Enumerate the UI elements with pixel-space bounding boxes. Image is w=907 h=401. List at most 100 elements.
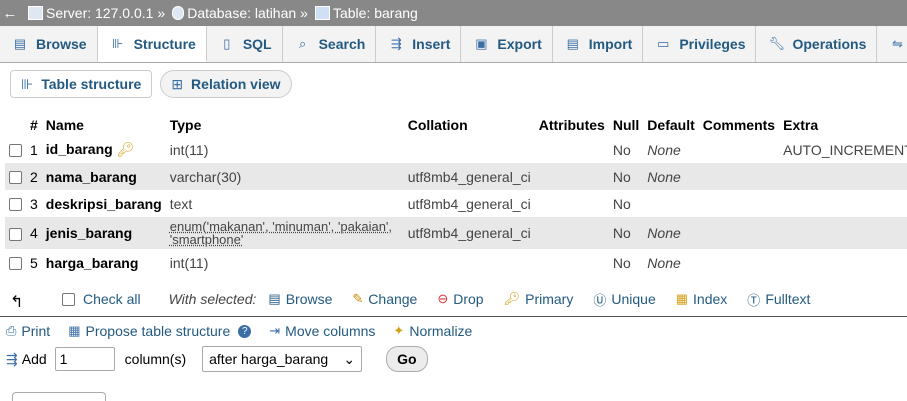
back-arrow-icon[interactable]: ←	[0, 5, 20, 22]
primary-key-icon: 🔑︎	[116, 141, 135, 157]
tab-label: Structure	[133, 35, 196, 52]
header-null[interactable]: Null	[608, 115, 644, 136]
subtab-table-structure[interactable]: ⊪ Table structure	[10, 70, 153, 98]
add-label: Add	[21, 351, 47, 367]
column-name[interactable]: nama_barang	[46, 169, 137, 185]
bulk-primary-button[interactable]: 🔑︎ Primary	[504, 291, 574, 307]
tab-label: Operations	[792, 36, 867, 52]
column-collation	[403, 249, 535, 276]
browse-icon: ▤	[268, 291, 281, 306]
column-null: No	[608, 163, 644, 190]
header-comments[interactable]: Comments	[698, 115, 780, 136]
tab-structure[interactable]: ⊪ Structure	[97, 26, 207, 62]
propose-icon: ▦	[68, 323, 81, 338]
tab-browse[interactable]: ▤ Browse	[0, 26, 98, 62]
move-columns-link[interactable]: ⇥ Move columns	[269, 323, 375, 339]
bulk-unique-button[interactable]: Ⓤ Unique	[593, 290, 655, 309]
breadcrumb-table[interactable]: Table: barang	[333, 5, 418, 21]
subtab-label: Table structure	[41, 76, 142, 92]
bulk-browse-button[interactable]: ▤ Browse	[268, 291, 332, 307]
tab-label: Export	[497, 36, 542, 52]
row-checkbox[interactable]	[9, 171, 22, 185]
header-extra[interactable]: Extra	[779, 115, 907, 136]
columns-label: column(s)	[124, 351, 187, 367]
column-null: No	[608, 135, 644, 163]
row-checkbox[interactable]	[9, 227, 22, 241]
column-default: None	[643, 135, 699, 163]
header-default[interactable]: Default	[643, 115, 699, 136]
tab-export[interactable]: ▣ Export	[461, 26, 553, 62]
row-num: 1	[26, 135, 42, 163]
row-checkbox[interactable]	[9, 198, 22, 212]
fulltext-icon: Ⓣ	[747, 292, 761, 308]
tab-operations[interactable]: 🔧︎ Operations	[756, 26, 878, 62]
row-checkbox[interactable]	[9, 257, 22, 271]
check-all-label[interactable]: Check all	[83, 291, 141, 307]
column-extra	[779, 190, 907, 217]
row-checkbox[interactable]	[9, 144, 22, 158]
table-row: 2 nama_barang varchar(30) utf8mb4_genera…	[5, 163, 907, 190]
main-tabs: ▤ Browse ⊪ Structure ▯ SQL ⌕ Search ⇶ Insert …	[0, 26, 907, 63]
structure-icon: ⊪	[21, 75, 34, 92]
header-type[interactable]: Type	[165, 115, 404, 136]
tab-label: SQL	[242, 36, 272, 52]
tab-sql[interactable]: ▯ SQL	[207, 26, 283, 62]
tab-import[interactable]: ▤ Import	[553, 26, 644, 62]
relation-icon: ⊞	[171, 75, 184, 92]
header-collation[interactable]: Collation	[403, 115, 535, 136]
move-columns-label: Move columns	[285, 323, 376, 339]
column-name[interactable]: id_barang	[46, 141, 113, 157]
column-comments	[698, 135, 780, 163]
server-icon	[28, 6, 43, 20]
check-all-checkbox[interactable]	[62, 292, 75, 306]
column-comments	[698, 190, 780, 217]
column-type: int(11)	[165, 135, 404, 163]
column-attributes	[534, 217, 609, 249]
normalize-link[interactable]: ✦ Normalize	[393, 323, 472, 339]
bulk-primary-label: Primary	[525, 291, 574, 307]
go-button[interactable]: Go	[386, 346, 428, 372]
column-name[interactable]: jenis_barang	[46, 225, 132, 241]
tab-tracking[interactable]: ⇋Tr	[877, 26, 907, 62]
bulk-drop-button[interactable]: ⊖ Drop	[437, 291, 483, 307]
print-link[interactable]: ⎙ Print	[6, 323, 50, 339]
tab-privileges[interactable]: ▭ Privileges	[643, 26, 757, 62]
position-select[interactable]: after harga_barang ⌄	[202, 346, 363, 372]
subtab-relation-view[interactable]: ⊞ Relation view	[160, 70, 292, 98]
tab-label: Search	[318, 36, 366, 52]
bulk-index-button[interactable]: ▦ Index	[676, 291, 728, 307]
bulk-fulltext-button[interactable]: Ⓣ Fulltext	[747, 290, 810, 309]
column-name[interactable]: deskripsi_barang	[46, 196, 162, 212]
bulk-drop-label: Drop	[453, 291, 484, 307]
help-icon[interactable]: ?	[238, 324, 252, 338]
column-extra	[779, 163, 907, 190]
select-arrow-icon: ↰	[10, 294, 24, 311]
breadcrumb-database[interactable]: Database: latihan	[187, 5, 296, 21]
propose-structure-link[interactable]: ▦ Propose table structure?	[68, 323, 252, 339]
header-attributes[interactable]: Attributes	[534, 115, 609, 136]
tab-search[interactable]: ⌕ Search	[283, 26, 377, 62]
column-default	[643, 190, 699, 217]
column-null: No	[608, 249, 644, 276]
row-num: 3	[26, 190, 42, 217]
sql-icon: ▯	[223, 36, 231, 51]
column-attributes	[534, 249, 609, 276]
position-value: after harga_barang	[209, 351, 329, 367]
column-collation: utf8mb4_general_ci	[403, 163, 535, 190]
export-icon: ▣	[475, 36, 488, 51]
database-icon	[172, 6, 185, 20]
drop-icon: ⊖	[437, 291, 449, 306]
column-extra	[779, 217, 907, 249]
header-num: #	[26, 115, 42, 136]
breadcrumb-server[interactable]: Server: 127.0.0.1	[46, 5, 153, 21]
tab-label: Import	[588, 36, 633, 52]
header-name[interactable]: Name	[41, 115, 166, 136]
bulk-change-button[interactable]: ✎ Change	[352, 291, 417, 307]
tab-insert[interactable]: ⇶ Insert	[376, 26, 462, 62]
breadcrumb-bar: ← Server: 127.0.0.1 » Database: latihan …	[0, 0, 907, 26]
divider	[0, 316, 907, 317]
header-checkbox	[5, 115, 26, 136]
column-name[interactable]: harga_barang	[46, 255, 139, 271]
add-count-input[interactable]	[54, 347, 115, 371]
row-num: 2	[26, 163, 42, 190]
